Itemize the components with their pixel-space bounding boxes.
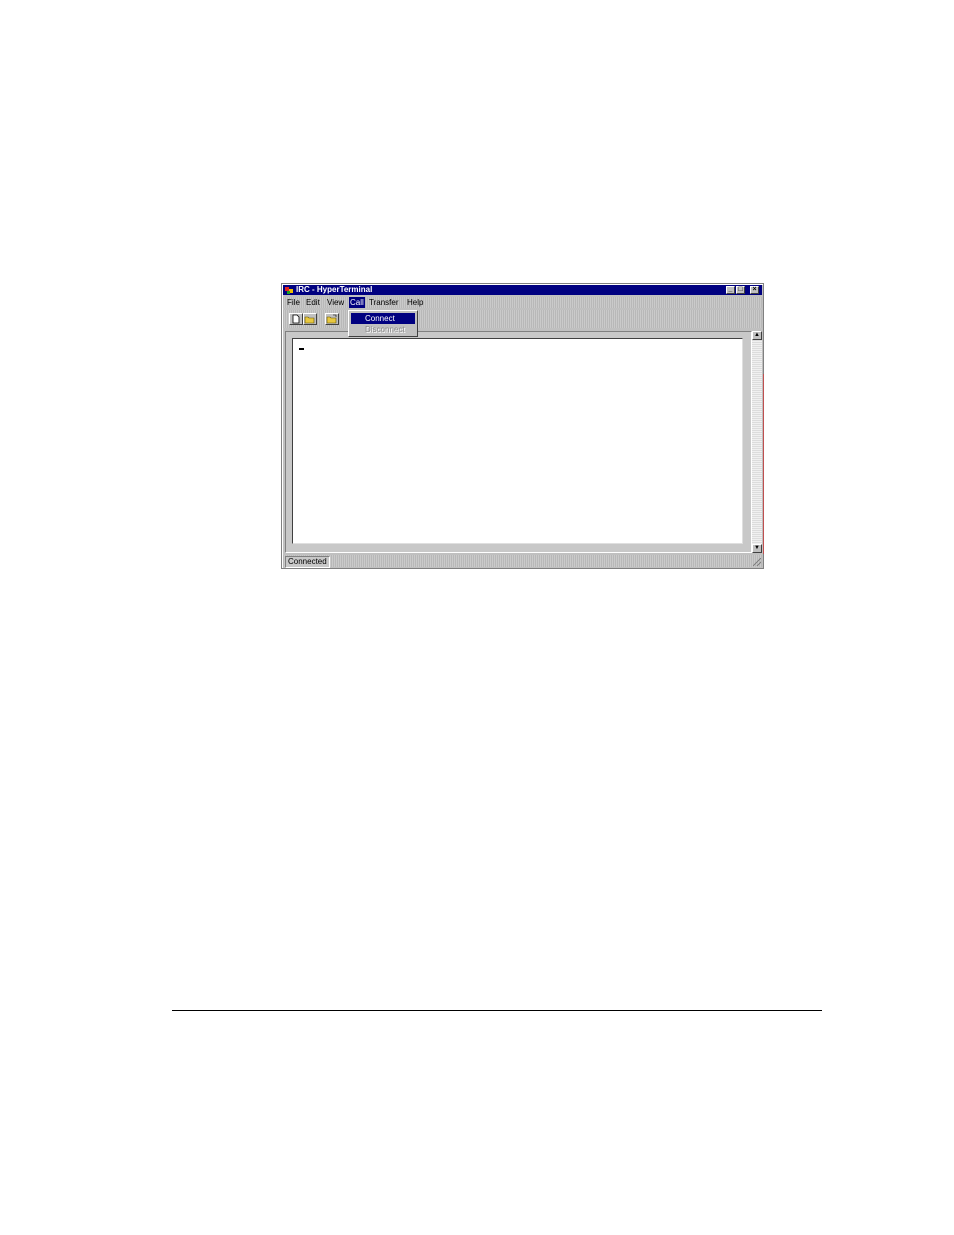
terminal-screen[interactable]: [292, 338, 743, 544]
vertical-scrollbar[interactable]: ▲ ▼: [752, 331, 762, 553]
title-bar[interactable]: IRC - HyperTerminal _ □ ×: [283, 285, 762, 295]
terminal-frame: [285, 331, 752, 553]
call-menu-dropdown: Connect Disconnect: [348, 310, 418, 337]
new-connection-button[interactable]: [289, 313, 303, 325]
connection-status: Connected: [285, 556, 330, 568]
properties-button[interactable]: [325, 313, 339, 325]
window-title: IRC - HyperTerminal: [296, 285, 373, 294]
menu-transfer[interactable]: Transfer: [368, 297, 400, 308]
hyperterminal-window: IRC - HyperTerminal _ □ × File Edit View…: [281, 283, 764, 569]
close-button[interactable]: ×: [750, 286, 759, 294]
menu-call[interactable]: Call: [349, 297, 365, 308]
menu-item-connect[interactable]: Connect: [351, 313, 415, 324]
maximize-icon: □: [738, 286, 743, 293]
menu-file[interactable]: File: [286, 297, 301, 308]
menu-view[interactable]: View: [326, 297, 345, 308]
hyperterminal-app-icon[interactable]: [285, 286, 293, 294]
resize-grip-icon[interactable]: [753, 558, 761, 566]
page-divider-line: [172, 1010, 822, 1011]
menu-help[interactable]: Help: [406, 297, 424, 308]
minimize-icon: _: [728, 286, 733, 293]
scroll-up-arrow-icon[interactable]: ▲: [752, 331, 762, 340]
text-cursor: [299, 348, 304, 350]
close-icon: ×: [752, 286, 757, 293]
maximize-button[interactable]: □: [736, 286, 745, 294]
minimize-button[interactable]: _: [726, 286, 735, 294]
menu-bar: File Edit View Call Transfer Help: [283, 297, 762, 308]
open-button[interactable]: [303, 313, 317, 325]
window-edge-accent: [763, 374, 764, 554]
menu-edit[interactable]: Edit: [305, 297, 321, 308]
menu-item-disconnect[interactable]: Disconnect: [351, 324, 415, 335]
scroll-down-arrow-icon[interactable]: ▼: [752, 544, 762, 553]
status-bar: Connected: [283, 555, 762, 568]
